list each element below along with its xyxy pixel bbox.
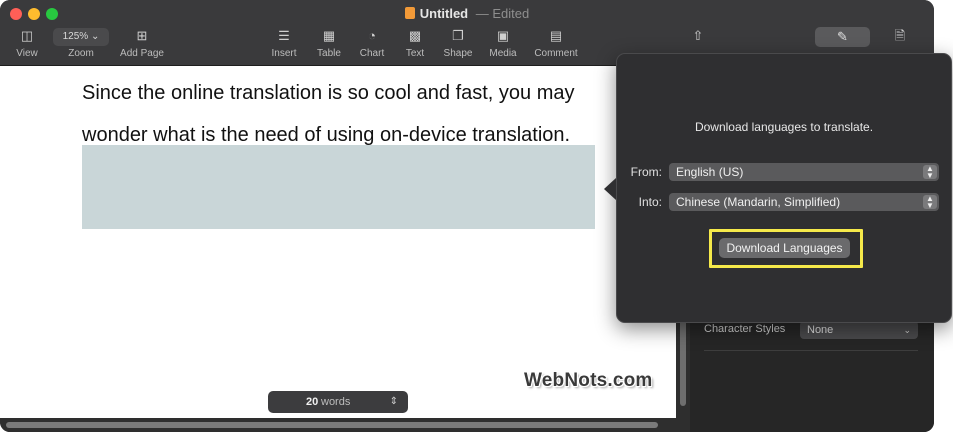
- popover-message: Download languages to translate.: [694, 120, 874, 134]
- view-button[interactable]: ◫ View: [12, 28, 42, 59]
- view-label: View: [16, 48, 38, 59]
- text-box-icon: ▩: [408, 28, 422, 43]
- word-count-value: 20: [306, 396, 319, 408]
- up-down-chevron-icon: ▲ ▼: [923, 165, 937, 180]
- window-title: Untitled — Edited: [0, 6, 934, 21]
- text-label: Text: [405, 48, 425, 59]
- pages-document-icon: [404, 7, 415, 19]
- format-brush-icon: ✎: [837, 29, 848, 44]
- chart-icon: ◔: [368, 28, 376, 43]
- character-styles-select[interactable]: None ⌄: [800, 321, 918, 339]
- table-icon: ▦: [322, 28, 336, 43]
- table-label: Table: [317, 48, 341, 59]
- insert-button[interactable]: ☰ Insert: [269, 28, 299, 59]
- media-icon: ▣: [496, 28, 510, 43]
- document-canvas[interactable]: [0, 66, 676, 418]
- comment-icon: ▤: [549, 28, 563, 43]
- add-page-button[interactable]: ⊞ Add Page: [116, 28, 168, 59]
- document-text-line-1[interactable]: Since the online translation is so cool …: [82, 82, 575, 105]
- into-language-select[interactable]: Chinese (Mandarin, Simplified) ▲ ▼: [669, 193, 939, 211]
- shape-icon: ❐: [452, 28, 464, 43]
- document-name: Untitled: [419, 6, 469, 21]
- edited-status: — Edited: [476, 6, 530, 21]
- insert-label: Insert: [271, 48, 297, 59]
- edited-label: Edited: [492, 6, 530, 21]
- zoom-label: Zoom: [68, 48, 94, 59]
- word-count-unit: words: [321, 396, 351, 408]
- text-selection: [82, 145, 595, 229]
- share-icon: ⇧: [692, 28, 704, 43]
- up-down-chevron-icon: ▲ ▼: [923, 195, 937, 210]
- word-count-control[interactable]: 20 words ⇕: [268, 391, 408, 413]
- character-styles-value: None: [807, 324, 834, 336]
- add-page-label: Add Page: [120, 48, 164, 59]
- table-button[interactable]: ▦ Table: [315, 28, 343, 59]
- from-language-value: English (US): [676, 165, 744, 179]
- into-label: Into:: [638, 195, 662, 209]
- from-language-select[interactable]: English (US) ▲ ▼: [669, 163, 939, 181]
- horizontal-scroll-thumb[interactable]: [6, 422, 658, 428]
- download-languages-button[interactable]: Download Languages: [719, 238, 850, 258]
- sidebar-divider: [704, 350, 918, 351]
- format-button[interactable]: ✎: [815, 27, 870, 47]
- document-text-line-2[interactable]: wonder what is the need of using on-devi…: [82, 124, 570, 147]
- translate-popover: [616, 53, 952, 323]
- character-styles-label: Character Styles: [704, 323, 786, 335]
- chevron-down-icon: ⌄: [903, 325, 911, 335]
- from-label: From:: [630, 165, 662, 179]
- up-down-chevron-icon: ⇕: [389, 396, 398, 407]
- chart-button[interactable]: ◔ Chart: [358, 28, 386, 59]
- insert-icon: ☰: [278, 28, 290, 43]
- media-button[interactable]: ▣ Media: [487, 28, 519, 59]
- into-language-value: Chinese (Mandarin, Simplified): [676, 195, 841, 209]
- zoom-control[interactable]: 125% ⌄ Zoom: [53, 28, 109, 59]
- watermark: WebNots.com: [524, 370, 653, 391]
- add-page-icon: ⊞: [136, 28, 148, 43]
- media-label: Media: [489, 48, 517, 59]
- chevron-down-icon: ⌄: [90, 31, 100, 42]
- title-separator: —: [475, 6, 489, 21]
- comment-button[interactable]: ▤ Comment: [532, 28, 580, 59]
- sidebar-view-icon: ◫: [20, 28, 34, 43]
- shape-label: Shape: [443, 48, 473, 59]
- text-button[interactable]: ▩ Text: [402, 28, 428, 59]
- zoom-select[interactable]: 125% ⌄: [53, 28, 109, 46]
- zoom-value: 125%: [62, 31, 89, 42]
- document-button[interactable]: 🗎: [890, 28, 910, 44]
- comment-label: Comment: [534, 48, 578, 59]
- chart-label: Chart: [359, 48, 385, 59]
- document-icon: 🗎: [894, 28, 906, 43]
- share-button[interactable]: ⇧: [688, 28, 708, 44]
- horizontal-scrollbar[interactable]: [0, 418, 690, 432]
- shape-button[interactable]: ❐ Shape: [441, 28, 475, 59]
